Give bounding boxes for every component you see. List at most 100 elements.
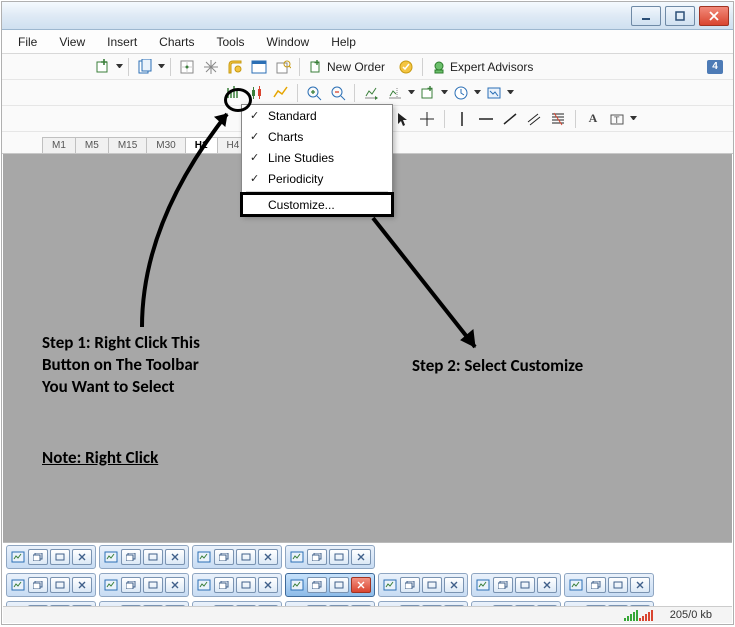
crosshair-icon[interactable] — [416, 108, 438, 130]
maximize-icon[interactable] — [608, 577, 628, 593]
restore-down-icon[interactable] — [400, 577, 420, 593]
dropdown-icon[interactable] — [474, 89, 481, 96]
maximize-icon[interactable] — [50, 549, 70, 565]
annotation-arrow-1 — [132, 102, 252, 332]
market-watch-icon[interactable] — [176, 56, 198, 78]
close-icon[interactable] — [444, 577, 464, 593]
data-window-icon[interactable] — [224, 56, 246, 78]
menu-insert[interactable]: Insert — [97, 33, 147, 51]
restore-down-icon[interactable] — [493, 577, 513, 593]
dropdown-icon[interactable] — [441, 89, 448, 96]
restore-down-icon[interactable] — [307, 577, 327, 593]
maximize-icon[interactable] — [236, 549, 256, 565]
restore-down-icon[interactable] — [28, 549, 48, 565]
strategy-tester-icon[interactable] — [272, 56, 294, 78]
minimized-chart-window[interactable] — [471, 573, 561, 597]
minimized-chart-window[interactable] — [378, 573, 468, 597]
minimized-chart-window[interactable] — [285, 573, 375, 597]
minimized-chart-window[interactable] — [192, 573, 282, 597]
minimized-chart-window[interactable] — [192, 545, 282, 569]
indicators-icon[interactable] — [417, 82, 439, 104]
minimized-chart-window[interactable] — [99, 545, 189, 569]
minimized-chart-window[interactable] — [285, 545, 375, 569]
zoom-in-icon[interactable] — [303, 82, 325, 104]
restore-down-icon[interactable] — [586, 577, 606, 593]
restore-down-icon[interactable] — [214, 577, 234, 593]
context-item-standard[interactable]: Standard — [242, 105, 392, 126]
notification-badge[interactable]: 4 — [707, 60, 723, 74]
expert-advisors-button[interactable]: Expert Advisors — [428, 56, 541, 78]
close-icon[interactable] — [258, 549, 278, 565]
maximize-icon[interactable] — [422, 577, 442, 593]
dropdown-icon[interactable] — [630, 115, 637, 122]
window-maximize-button[interactable] — [665, 6, 695, 26]
maximize-icon[interactable] — [329, 549, 349, 565]
chart-shift-icon[interactable] — [384, 82, 406, 104]
minimized-chart-window[interactable] — [564, 573, 654, 597]
menu-charts[interactable]: Charts — [149, 33, 204, 51]
line-chart-icon[interactable] — [270, 82, 292, 104]
trendline-icon[interactable] — [499, 108, 521, 130]
menu-file[interactable]: File — [8, 33, 47, 51]
close-icon[interactable] — [630, 577, 650, 593]
menu-tools[interactable]: Tools — [207, 33, 255, 51]
text-icon[interactable]: A — [582, 108, 604, 130]
menu-help[interactable]: Help — [321, 33, 366, 51]
menu-window[interactable]: Window — [257, 33, 320, 51]
templates-icon[interactable] — [483, 82, 505, 104]
close-icon[interactable] — [351, 549, 371, 565]
maximize-icon[interactable] — [143, 549, 163, 565]
close-icon[interactable] — [165, 549, 185, 565]
timeframe-tab-m5[interactable]: M5 — [75, 137, 109, 153]
close-icon[interactable] — [165, 577, 185, 593]
restore-down-icon[interactable] — [214, 549, 234, 565]
maximize-icon[interactable] — [50, 577, 70, 593]
close-icon[interactable] — [258, 577, 278, 593]
zoom-out-icon[interactable] — [327, 82, 349, 104]
close-icon[interactable] — [72, 577, 92, 593]
menu-view[interactable]: View — [49, 33, 95, 51]
close-icon[interactable] — [72, 549, 92, 565]
context-item-charts[interactable]: Charts — [242, 126, 392, 147]
dropdown-icon[interactable] — [158, 63, 165, 70]
context-item-periodicity[interactable]: Periodicity — [242, 168, 392, 189]
profiles-icon[interactable] — [134, 56, 156, 78]
text-label-icon[interactable]: T — [606, 108, 628, 130]
horizontal-line-icon[interactable] — [475, 108, 497, 130]
context-item-line-studies[interactable]: Line Studies — [242, 147, 392, 168]
periodicity-icon[interactable] — [450, 82, 472, 104]
window-minimize-button[interactable] — [631, 6, 661, 26]
annotation-step2: Step 2: Select Customize — [412, 355, 583, 377]
minimized-chart-window[interactable] — [99, 573, 189, 597]
annotation-arrow-2 — [365, 212, 515, 362]
dropdown-icon[interactable] — [116, 63, 123, 70]
new-chart-icon[interactable] — [92, 56, 114, 78]
close-icon[interactable] — [537, 577, 557, 593]
maximize-icon[interactable] — [515, 577, 535, 593]
window-close-button[interactable] — [699, 6, 729, 26]
close-icon[interactable] — [351, 577, 371, 593]
restore-down-icon[interactable] — [28, 577, 48, 593]
restore-down-icon[interactable] — [307, 549, 327, 565]
timeframe-tab-m1[interactable]: M1 — [42, 137, 76, 153]
navigator-icon[interactable] — [200, 56, 222, 78]
minimized-chart-window[interactable] — [6, 545, 96, 569]
dropdown-icon[interactable] — [507, 89, 514, 96]
maximize-icon[interactable] — [236, 577, 256, 593]
channel-icon[interactable] — [523, 108, 545, 130]
vertical-line-icon[interactable] — [451, 108, 473, 130]
terminal-icon[interactable] — [248, 56, 270, 78]
maximize-icon[interactable] — [143, 577, 163, 593]
metaquotes-icon[interactable] — [395, 56, 417, 78]
dropdown-icon[interactable] — [408, 89, 415, 96]
minimized-chart-window[interactable] — [6, 573, 96, 597]
restore-down-icon[interactable] — [121, 549, 141, 565]
new-order-label: New Order — [327, 60, 385, 74]
auto-scroll-icon[interactable] — [360, 82, 382, 104]
restore-down-icon[interactable] — [121, 577, 141, 593]
maximize-icon[interactable] — [329, 577, 349, 593]
fibonacci-icon[interactable] — [547, 108, 569, 130]
cursor-icon[interactable] — [392, 108, 414, 130]
new-order-button[interactable]: New Order — [305, 56, 393, 78]
toolbar-context-menu: Standard Charts Line Studies Periodicity… — [241, 104, 393, 216]
